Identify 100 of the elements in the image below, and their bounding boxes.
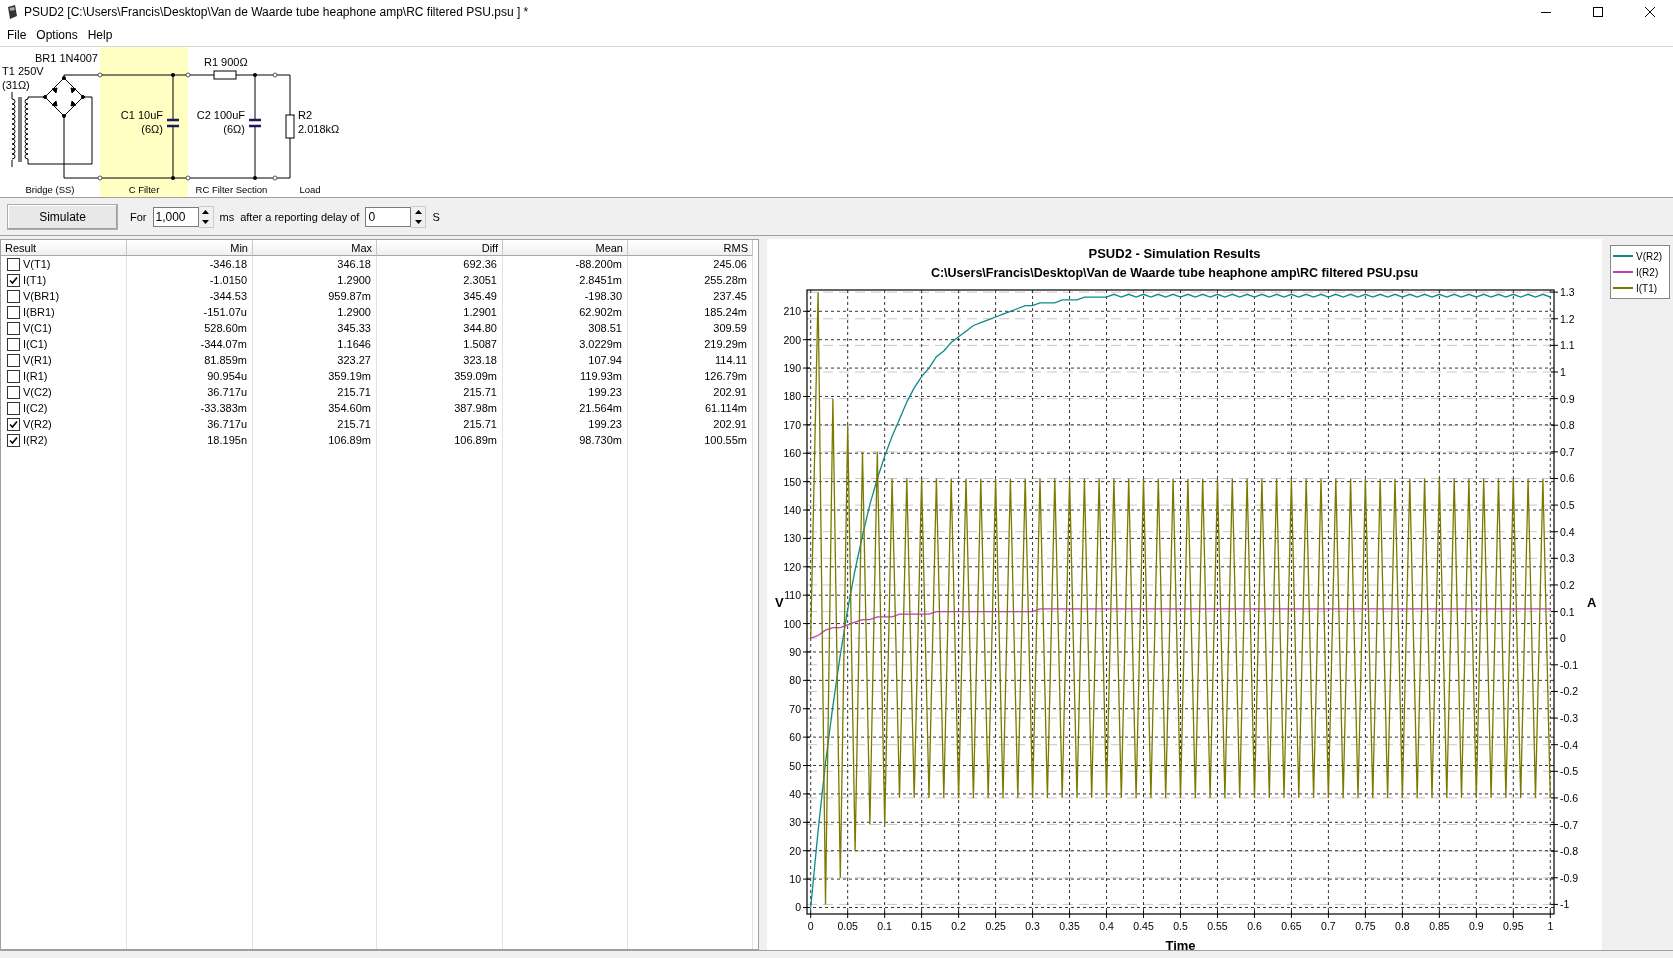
axis-tick-label: 1.1 <box>1560 339 1575 352</box>
axis-tick-label: 0.4 <box>1560 525 1575 538</box>
app-icon <box>6 5 18 19</box>
section-label[interactable]: RC Filter Section <box>195 184 268 195</box>
result-checkbox[interactable] <box>7 321 20 335</box>
result-checkbox[interactable] <box>7 433 20 447</box>
table-cell: 323.18 <box>377 352 503 368</box>
component-label: (31Ω) <box>2 79 30 91</box>
table-cell: 106.89m <box>377 432 503 448</box>
axis-tick-label: 60 <box>789 731 801 744</box>
column-header[interactable]: Max <box>253 240 377 256</box>
component-label: C2 100uF <box>196 109 245 121</box>
column-header[interactable]: Diff <box>377 240 503 256</box>
result-checkbox[interactable] <box>7 273 20 287</box>
axis-tick-label: -0.5 <box>1560 765 1579 778</box>
table-cell: 90.954u <box>127 368 253 384</box>
delay-field[interactable]: 0 <box>365 206 412 227</box>
axis-tick-label: 1 <box>1547 920 1554 932</box>
axis-tick-label: 0.25 <box>985 920 1006 932</box>
result-name: V(R1) <box>23 354 52 366</box>
table-cell: 1.5087 <box>377 336 503 352</box>
table-cell: 3.0229m <box>503 336 628 352</box>
duration-field[interactable]: 1,000 <box>152 206 199 227</box>
table-cell: 202.91 <box>628 384 753 400</box>
axis-tick-label: 0 <box>807 920 814 932</box>
result-name: V(T1) <box>23 258 51 270</box>
axis-tick-label: 0.45 <box>1133 920 1154 932</box>
result-checkbox[interactable] <box>7 401 20 415</box>
section-label[interactable]: Bridge (SS) <box>25 184 75 195</box>
column-header[interactable]: Min <box>127 240 253 256</box>
axis-tick-label: 0.1 <box>1560 605 1575 618</box>
table-cell: 359.19m <box>253 368 377 384</box>
axis-tick-label: 70 <box>789 702 801 715</box>
axis-tick-label: 0.3 <box>1025 920 1040 932</box>
axis-tick-label: 0.85 <box>1429 920 1450 932</box>
axis-tick-label: -0.2 <box>1560 685 1579 698</box>
table-cell: 202.91 <box>628 416 753 432</box>
result-checkbox[interactable] <box>7 257 20 271</box>
table-cell: 126.79m <box>628 368 753 384</box>
menu-item[interactable]: Options <box>31 28 83 42</box>
axis-tick-label: 0.6 <box>1247 920 1262 932</box>
table-cell: 18.195n <box>127 432 253 448</box>
result-checkbox[interactable] <box>7 417 20 431</box>
table-cell: 215.71 <box>377 416 503 432</box>
axis-tick-label: 30 <box>789 816 801 829</box>
table-cell: 100.55m <box>628 432 753 448</box>
table-cell: -1.0150 <box>127 272 253 288</box>
result-name: I(R2) <box>23 434 48 446</box>
axis-tick-label: 0 <box>795 901 801 914</box>
result-name: V(C1) <box>23 322 52 334</box>
axis-tick-label: -1 <box>1560 898 1570 911</box>
axis-tick-label: 1.2 <box>1560 312 1575 325</box>
result-name: V(C2) <box>23 386 52 398</box>
table-cell: 344.80 <box>377 320 503 336</box>
axis-tick-label: 160 <box>783 447 801 460</box>
table-cell: 1.2901 <box>377 304 503 320</box>
axis-tick-label: 0.55 <box>1207 920 1228 932</box>
x-axis-title: Time <box>1165 938 1196 952</box>
axis-tick-label: 0.15 <box>911 920 932 932</box>
table-cell: 215.71 <box>253 416 377 432</box>
section-label[interactable]: Load <box>299 184 321 195</box>
component-label: T1 250V <box>2 65 44 77</box>
table-cell: 36.717u <box>127 384 253 400</box>
axis-tick-label: 80 <box>789 674 801 687</box>
column-header[interactable]: Mean <box>503 240 628 256</box>
axis-tick-label: 0.9 <box>1560 392 1575 405</box>
column-header[interactable]: Result <box>1 240 127 256</box>
delay-label: after a reporting delay of <box>240 210 360 223</box>
menu-item[interactable]: File <box>2 28 32 42</box>
result-name: I(C1) <box>23 338 48 350</box>
menu-item[interactable]: Help <box>82 28 118 42</box>
table-cell: 114.11 <box>628 352 753 368</box>
table-cell: 308.51 <box>503 320 628 336</box>
result-checkbox[interactable] <box>7 337 20 351</box>
table-cell: 215.71 <box>377 384 503 400</box>
result-checkbox[interactable] <box>7 305 20 319</box>
table-cell: -33.383m <box>127 400 253 416</box>
axis-tick-label: 0.4 <box>1099 920 1114 932</box>
result-checkbox[interactable] <box>7 369 20 383</box>
legend-label: I(T1) <box>1636 282 1658 294</box>
axis-tick-label: 190 <box>783 362 801 375</box>
table-cell: 345.33 <box>253 320 377 336</box>
result-name: V(R2) <box>23 418 52 430</box>
axis-tick-label: 0.7 <box>1321 920 1336 932</box>
section-label[interactable]: C Filter <box>128 184 160 195</box>
simulate-button[interactable]: Simulate <box>7 203 118 230</box>
component-label: C1 10uF <box>120 109 163 121</box>
result-checkbox[interactable] <box>7 289 20 303</box>
table-cell: -198.30 <box>503 288 628 304</box>
axis-tick-label: 0.9 <box>1469 920 1484 932</box>
result-checkbox[interactable] <box>7 353 20 367</box>
column-header[interactable]: RMS <box>628 240 753 256</box>
unit-label: ms <box>219 210 235 223</box>
chart-title: PSUD2 - Simulation Results <box>1088 246 1261 261</box>
axis-tick-label: 0 <box>1560 632 1566 645</box>
table-cell: 237.45 <box>628 288 753 304</box>
table-cell: 107.94 <box>503 352 628 368</box>
result-checkbox[interactable] <box>7 385 20 399</box>
table-cell: 21.564m <box>503 400 628 416</box>
chart-subtitle: C:\Users\Francis\Desktop\Van de Waarde tube heaphone amp\RC filtered PSU.psu <box>930 266 1419 280</box>
